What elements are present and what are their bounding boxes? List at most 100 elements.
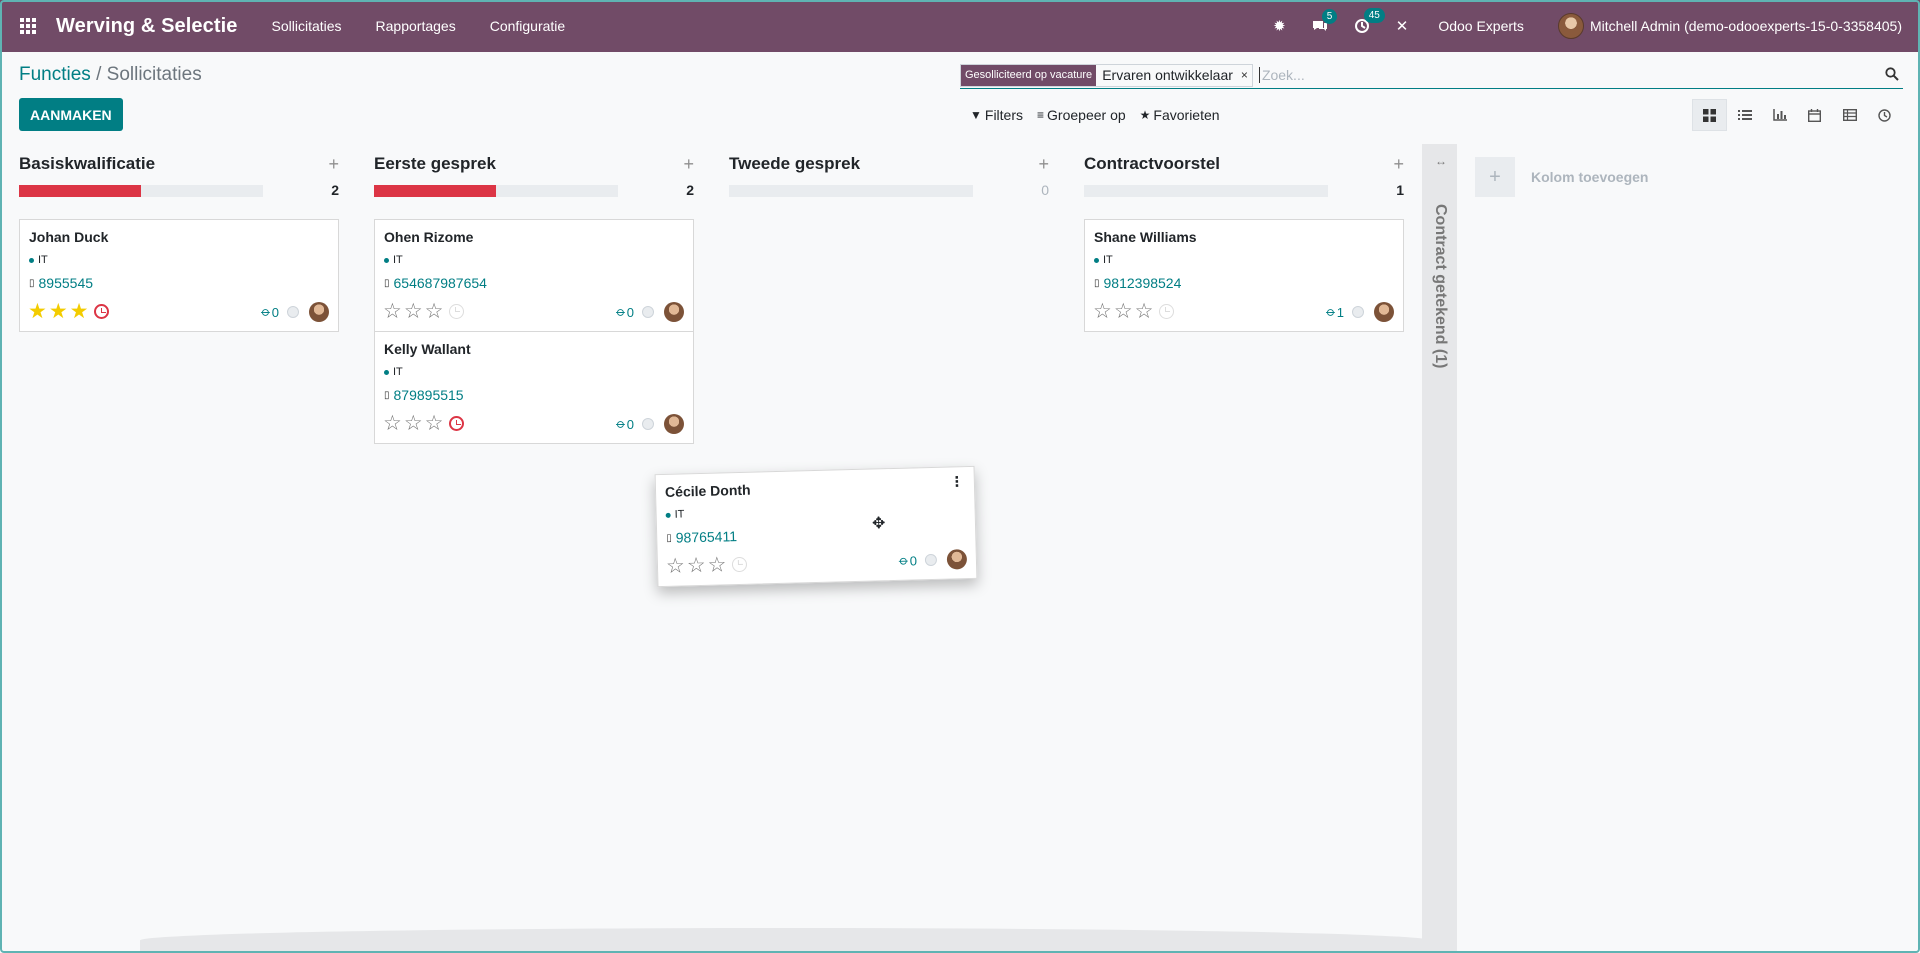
menu-rapportages[interactable]: Rapportages — [376, 18, 456, 34]
column-title[interactable]: Basiskwalificatie — [19, 154, 155, 174]
tag: IT — [665, 508, 685, 521]
attachment-count[interactable]: ⌀ 0 — [896, 552, 917, 568]
mobile-icon: ▯ — [384, 389, 390, 401]
activities-icon[interactable]: 45 — [1354, 8, 1385, 34]
attachment-count[interactable]: ⌀ 0 — [258, 304, 279, 320]
attachment-count[interactable]: ⌀ 1 — [1323, 304, 1344, 320]
breadcrumb-parent[interactable]: Functies — [19, 64, 91, 85]
star-icon[interactable]: ☆ — [383, 413, 402, 434]
phone: ▯ 8955545 — [29, 275, 93, 291]
column-title[interactable]: Tweede gesprek — [729, 154, 860, 174]
messages-icon[interactable]: 5 — [1312, 9, 1338, 33]
activity-clock-icon[interactable] — [732, 556, 748, 573]
kanban-card[interactable]: Johan Duck IT ▯ 8955545 ★ ★ ★ ⌀ 0 — [19, 219, 339, 332]
column-count: 2 — [686, 182, 694, 198]
column-progress-bar[interactable] — [374, 185, 618, 197]
bug-icon[interactable]: ✹ — [1273, 17, 1286, 35]
card-menu-icon[interactable]: ⋮ — [950, 473, 964, 490]
user-avatar[interactable] — [1557, 13, 1584, 39]
star-icon[interactable]: ★ — [49, 301, 68, 322]
activities-badge: 45 — [1363, 8, 1385, 23]
priority-stars: ☆ ☆ ☆ — [383, 413, 465, 434]
kanban-state-dot[interactable] — [642, 418, 654, 430]
column-add-icon[interactable]: + — [683, 154, 694, 175]
avatar[interactable] — [664, 302, 684, 322]
kanban-card[interactable]: Shane Williams IT ▯ 9812398524 ☆ ☆ ☆ ⌀ 1 — [1084, 219, 1404, 332]
kanban-card[interactable]: Kelly Wallant IT ▯ 879895515 ☆ ☆ ☆ ⌀ 0 — [374, 331, 694, 444]
star-icon[interactable]: ☆ — [707, 553, 726, 576]
activity-clock-icon[interactable] — [449, 416, 465, 431]
column-title[interactable]: Eerste gesprek — [374, 154, 496, 174]
column-progress-bar[interactable] — [1084, 185, 1328, 197]
phone-number: 9812398524 — [1103, 275, 1182, 291]
menu-sollicitaties[interactable]: Sollicitaties — [272, 18, 342, 34]
attachment-count[interactable]: ⌀ 0 — [613, 416, 634, 432]
avatar[interactable] — [1374, 302, 1394, 322]
facet-remove-icon[interactable]: × — [1237, 68, 1252, 82]
app-name[interactable]: Werving & Selectie — [56, 15, 238, 38]
tag-label: IT — [1103, 254, 1113, 266]
column-add-icon[interactable]: + — [328, 154, 339, 175]
dragging-kanban-card[interactable]: ⋮ Cécile Donth IT ▯ 98765411 ✥ ☆ ☆ ☆ ⌀ 0 — [654, 465, 978, 588]
attachment-count[interactable]: ⌀ 0 — [613, 304, 634, 320]
facet-value: Ervaren ontwikkelaar — [1102, 67, 1233, 83]
group-by-icon: ≡ — [1037, 108, 1045, 122]
star-icon[interactable]: ★ — [70, 301, 89, 322]
star-icon[interactable]: ☆ — [425, 301, 444, 322]
calendar-view-icon[interactable] — [1797, 99, 1832, 131]
star-icon[interactable]: ☆ — [666, 554, 685, 577]
kanban-state-dot[interactable] — [287, 306, 299, 318]
star-icon[interactable]: ☆ — [404, 301, 423, 322]
avatar[interactable] — [664, 414, 684, 434]
avatar[interactable] — [946, 549, 968, 570]
activity-clock-icon[interactable] — [94, 304, 110, 319]
column-progress-bar[interactable] — [729, 185, 973, 197]
group-by-button[interactable]: ≡ Groepeer op — [1037, 107, 1126, 123]
filters-button[interactable]: ▼ Filters — [970, 107, 1023, 123]
search-icon[interactable] — [1885, 67, 1899, 84]
star-icon[interactable]: ☆ — [1135, 301, 1154, 322]
kanban-card[interactable]: Ohen Rizome IT ▯ 654687987654 ☆ ☆ ☆ ⌀ 0 — [374, 219, 694, 332]
activity-view-icon[interactable] — [1867, 99, 1902, 131]
menu-configuratie[interactable]: Configuratie — [490, 18, 566, 34]
filters-label: Filters — [984, 107, 1024, 123]
filter-icon: ▼ — [970, 108, 982, 122]
star-icon[interactable]: ☆ — [383, 301, 402, 322]
favorites-button[interactable]: ★ Favorieten — [1140, 107, 1220, 123]
tools-icon[interactable]: ✕ — [1396, 17, 1409, 35]
user-menu[interactable]: Mitchell Admin (demo-odooexperts-15-0-33… — [1590, 18, 1902, 34]
tag-label: IT — [674, 508, 685, 521]
column-title[interactable]: Contractvoorstel — [1084, 154, 1220, 174]
add-column-button[interactable]: + Kolom toevoegen — [1475, 157, 1648, 197]
star-icon[interactable]: ☆ — [687, 554, 706, 577]
progress-fill — [374, 185, 496, 197]
pivot-view-icon[interactable] — [1832, 99, 1867, 131]
avatar[interactable] — [309, 302, 329, 322]
apps-menu-icon[interactable] — [0, 0, 56, 52]
create-button[interactable]: AANMAKEN — [19, 98, 123, 131]
star-icon[interactable]: ☆ — [425, 413, 444, 434]
activity-clock-icon[interactable] — [1159, 304, 1175, 319]
column-count: 1 — [1396, 182, 1404, 198]
star-icon[interactable]: ☆ — [1093, 301, 1112, 322]
kanban-state-dot[interactable] — [924, 553, 938, 567]
company-switcher[interactable]: Odoo Experts — [1438, 18, 1524, 34]
star-icon[interactable]: ☆ — [404, 413, 423, 434]
list-view-icon[interactable] — [1727, 99, 1762, 131]
unfold-icon[interactable]: ↔ — [1435, 154, 1447, 168]
activity-clock-icon[interactable] — [449, 304, 465, 319]
mobile-icon: ▯ — [29, 277, 35, 289]
graph-view-icon[interactable] — [1762, 99, 1797, 131]
star-icon[interactable]: ★ — [28, 301, 47, 322]
kanban-view-icon[interactable] — [1692, 99, 1727, 131]
phone: ▯ 654687987654 — [384, 275, 487, 291]
kanban-state-dot[interactable] — [1352, 306, 1364, 318]
column-add-icon[interactable]: + — [1393, 154, 1404, 175]
column-progress-bar[interactable] — [19, 185, 263, 197]
search-input[interactable]: Zoek... — [1258, 67, 1305, 83]
folded-column-contract-getekend[interactable]: ↔ Contract getekend (1) — [1422, 144, 1457, 953]
column-add-icon[interactable]: + — [1038, 154, 1049, 175]
messages-badge: 5 — [1321, 9, 1338, 24]
kanban-state-dot[interactable] — [642, 306, 654, 318]
star-icon[interactable]: ☆ — [1114, 301, 1133, 322]
